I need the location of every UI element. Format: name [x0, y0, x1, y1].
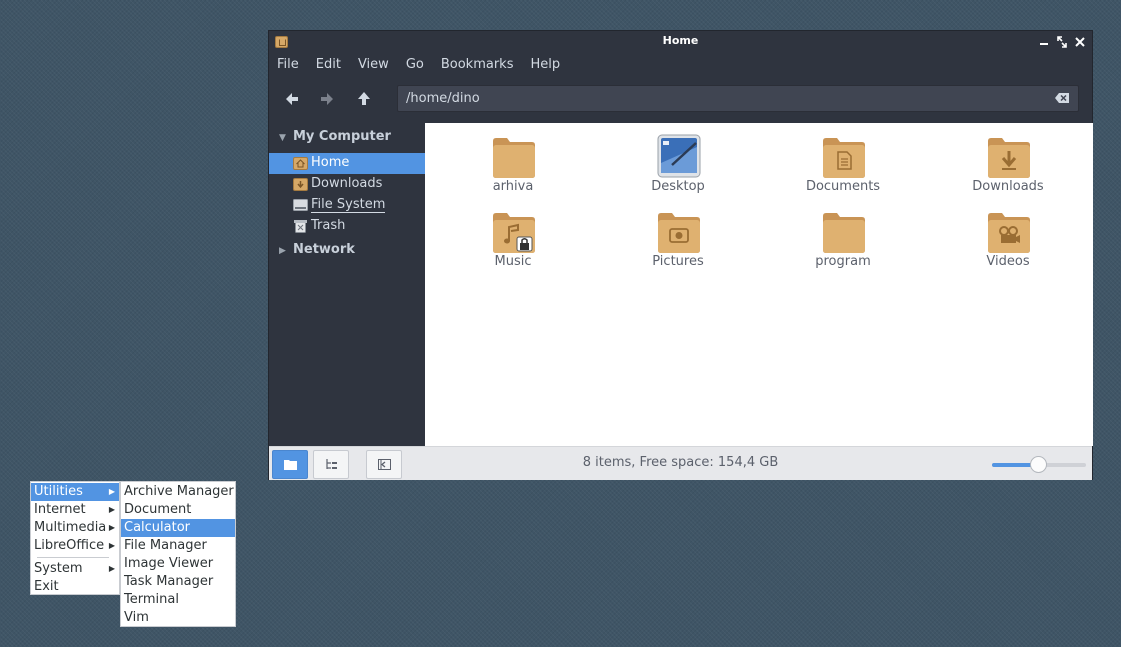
file-item-music[interactable]: Music [458, 198, 568, 269]
close-icon[interactable] [1074, 34, 1086, 50]
arrow-up-icon [358, 92, 370, 105]
file-name: Music [494, 254, 532, 269]
file-name: Downloads [972, 179, 1044, 194]
submenu-arrow-icon: ▶ [108, 541, 115, 550]
documents-folder-icon [823, 138, 865, 178]
sidebar-item-label: Home [311, 155, 350, 170]
file-item-videos[interactable]: Videos [953, 198, 1063, 269]
up-button[interactable] [354, 89, 374, 109]
menu-edit[interactable]: Edit [316, 53, 347, 77]
collapsed-triangle-icon: ▶ [279, 246, 286, 256]
arrow-left-icon [286, 93, 298, 105]
network-section[interactable]: ▶ Network [279, 242, 355, 257]
menu-item-libreoffice[interactable]: LibreOffice ▶ [31, 537, 119, 555]
submenu-item-calculator[interactable]: Calculator [121, 519, 235, 537]
submenu-arrow-icon: ▶ [108, 487, 115, 496]
submenu-item-file-manager[interactable]: File Manager [121, 537, 235, 555]
arrow-right-icon [321, 93, 333, 105]
zoom-slider[interactable] [992, 456, 1086, 473]
sidebar-item-label: Downloads [311, 176, 383, 191]
minimize-icon[interactable] [1038, 34, 1050, 50]
music-folder-icon [493, 213, 535, 253]
menu-item-utilities[interactable]: Utilities ▶ [31, 483, 119, 501]
file-name: Desktop [651, 179, 705, 194]
menu-item-exit[interactable]: Exit [31, 578, 119, 596]
submenu-item-terminal[interactable]: Terminal [121, 591, 235, 609]
clear-text-icon[interactable] [1054, 92, 1070, 104]
home-folder-icon [293, 157, 308, 170]
sidebar-item-label: Trash [311, 218, 346, 233]
location-bar[interactable]: /home/dino [397, 85, 1079, 112]
submenu-arrow-icon: ▶ [108, 523, 115, 532]
sidebar-item-trash[interactable]: Trash [269, 216, 425, 237]
menu-item-internet[interactable]: Internet ▶ [31, 501, 119, 519]
videos-folder-icon [988, 213, 1030, 253]
submenu-arrow-icon: ▶ [108, 505, 115, 514]
menu-view[interactable]: View [358, 53, 395, 77]
trash-icon [294, 220, 307, 233]
menubar: File Edit View Go Bookmarks Help [269, 53, 1092, 77]
sidebar: ▼My Computer Home Downloads File System [269, 123, 425, 446]
folder-icon [823, 213, 865, 253]
status-text: 8 items, Free space: 154,4 GB [582, 455, 779, 470]
menu-bookmarks[interactable]: Bookmarks [441, 53, 520, 77]
file-item-documents[interactable]: Documents [788, 123, 898, 194]
submenu-item-vim[interactable]: Vim [121, 609, 235, 627]
sidebar-item-home[interactable]: Home [269, 153, 425, 174]
menu-item-multimedia[interactable]: Multimedia ▶ [31, 519, 119, 537]
file-name: Pictures [652, 254, 704, 269]
file-name: Videos [986, 254, 1030, 269]
my-computer-section[interactable]: ▼ My Computer [279, 129, 391, 144]
location-path: /home/dino [406, 91, 480, 106]
file-item-desktop[interactable]: Desktop [623, 123, 733, 194]
submenu-arrow-icon: ▶ [108, 564, 115, 573]
file-item-program[interactable]: program [788, 198, 898, 269]
submenu-item-image-viewer[interactable]: Image Viewer [121, 555, 235, 573]
file-view[interactable]: arhiva Desktop Documents Downloads Music… [425, 123, 1093, 446]
sidebar-item-downloads[interactable]: Downloads [269, 174, 425, 195]
menu-separator [37, 557, 109, 558]
toolbar: /home/dino [269, 77, 1092, 121]
submenu-item-archive-manager[interactable]: Archive Manager [121, 483, 235, 501]
submenu-item-document-reader[interactable]: Document Reader [121, 501, 235, 535]
menu-go[interactable]: Go [406, 53, 430, 77]
zoom-slider-handle[interactable] [1030, 456, 1047, 473]
file-manager-window: Home File Edit View Go Bookmarks Help /h… [268, 30, 1093, 480]
file-name: arhiva [492, 179, 534, 194]
sidebar-item-file-system[interactable]: File System [269, 195, 425, 216]
downloads-folder-icon [293, 178, 308, 191]
drive-icon [293, 199, 308, 211]
window-title: Home [662, 34, 699, 47]
file-item-pictures[interactable]: Pictures [623, 198, 733, 269]
downloads-folder-icon [988, 138, 1030, 178]
pictures-folder-icon [658, 213, 700, 253]
menu-item-system[interactable]: System ▶ [31, 560, 119, 578]
maximize-icon[interactable] [1056, 34, 1068, 50]
file-item-downloads[interactable]: Downloads [953, 123, 1063, 194]
statusbar: 8 items, Free space: 154,4 GB [269, 446, 1092, 480]
forward-button[interactable] [317, 89, 337, 109]
menu-file[interactable]: File [277, 53, 305, 77]
desktop-icon [657, 134, 701, 178]
menu-help[interactable]: Help [530, 53, 566, 77]
folder-icon [493, 138, 535, 178]
submenu-item-task-manager[interactable]: Task Manager [121, 573, 235, 591]
expanded-triangle-icon: ▼ [279, 133, 286, 143]
file-name: Documents [805, 179, 881, 194]
app-menu: Utilities ▶ Internet ▶ Multimedia ▶ LibreOf… [30, 481, 120, 595]
sidebar-item-label: File System [311, 197, 386, 213]
utilities-submenu: Archive Manager Document Reader Calculat… [120, 481, 236, 627]
file-item-arhiva[interactable]: arhiva [458, 123, 568, 194]
file-name: program [815, 254, 871, 269]
titlebar[interactable]: Home [269, 31, 1092, 53]
back-button[interactable] [282, 89, 302, 109]
